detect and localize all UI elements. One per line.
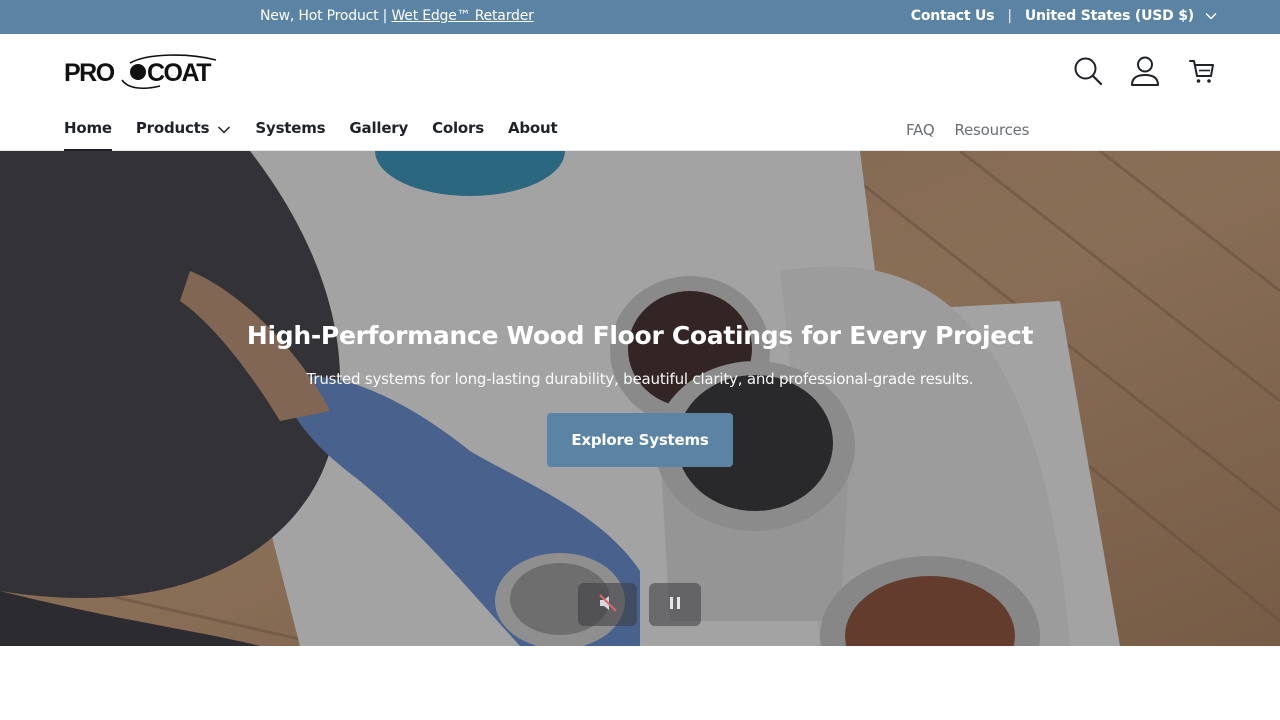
video-controls (578, 583, 701, 626)
muted-speaker-icon (597, 592, 619, 618)
svg-text:COAT: COAT (147, 59, 211, 87)
header-icons (1071, 53, 1218, 89)
announcement-promo: New, Hot Product | Wet Edge™ Retarder (260, 8, 534, 24)
hero-subtitle: Trusted systems for long-lasting durabil… (306, 370, 974, 388)
account-icon[interactable] (1128, 53, 1161, 89)
promo-prefix: New, Hot Product | (260, 8, 392, 24)
secondary-navigation: FAQ Resources (906, 121, 1029, 139)
nav-item-colors[interactable]: Colors (432, 119, 484, 151)
nav-item-gallery[interactable]: Gallery (349, 119, 408, 151)
announcement-bar: New, Hot Product | Wet Edge™ Retarder Co… (0, 0, 1280, 34)
chevron-down-icon[interactable] (1204, 9, 1218, 23)
hero-banner: High-Performance Wood Floor Coatings for… (0, 151, 1280, 646)
contact-us-link[interactable]: Contact Us (911, 8, 995, 24)
nav-item-systems[interactable]: Systems (255, 119, 325, 151)
pause-button[interactable] (649, 583, 701, 626)
nav-item-faq[interactable]: FAQ (906, 121, 935, 139)
pause-icon (668, 595, 682, 615)
search-icon[interactable] (1071, 53, 1104, 89)
cart-icon[interactable] (1185, 53, 1218, 89)
nav-label: Home (64, 119, 112, 137)
nav-item-home[interactable]: Home (64, 119, 112, 151)
nav-item-products[interactable]: Products (136, 119, 232, 151)
site-header: PRO COAT Home Products Systems Gallery C… (0, 34, 1280, 151)
nav-label: Products (135, 119, 210, 137)
announcement-utility: Contact Us | United States (USD $) (911, 8, 1218, 24)
main-navigation: Home Products Systems Gallery Colors Abo… (64, 119, 558, 151)
hero-title: High-Performance Wood Floor Coatings for… (246, 321, 1034, 350)
nav-label: About (507, 119, 558, 137)
nav-item-resources[interactable]: Resources (954, 121, 1029, 139)
chevron-down-icon (217, 122, 231, 134)
nav-label: Colors (432, 119, 484, 137)
utility-separator: | (1007, 8, 1012, 24)
promo-link[interactable]: Wet Edge™ Retarder (391, 8, 533, 24)
explore-systems-button[interactable]: Explore Systems (547, 413, 733, 467)
nav-label: Gallery (349, 119, 409, 137)
nav-item-about[interactable]: About (508, 119, 558, 151)
mute-button[interactable] (578, 583, 637, 626)
hero-content: High-Performance Wood Floor Coatings for… (0, 321, 1280, 467)
svg-text:PRO: PRO (64, 59, 115, 87)
region-selector[interactable]: United States (USD $) (1025, 8, 1194, 24)
pro-coat-logo[interactable]: PRO COAT (64, 54, 226, 90)
nav-label: Systems (255, 119, 326, 137)
